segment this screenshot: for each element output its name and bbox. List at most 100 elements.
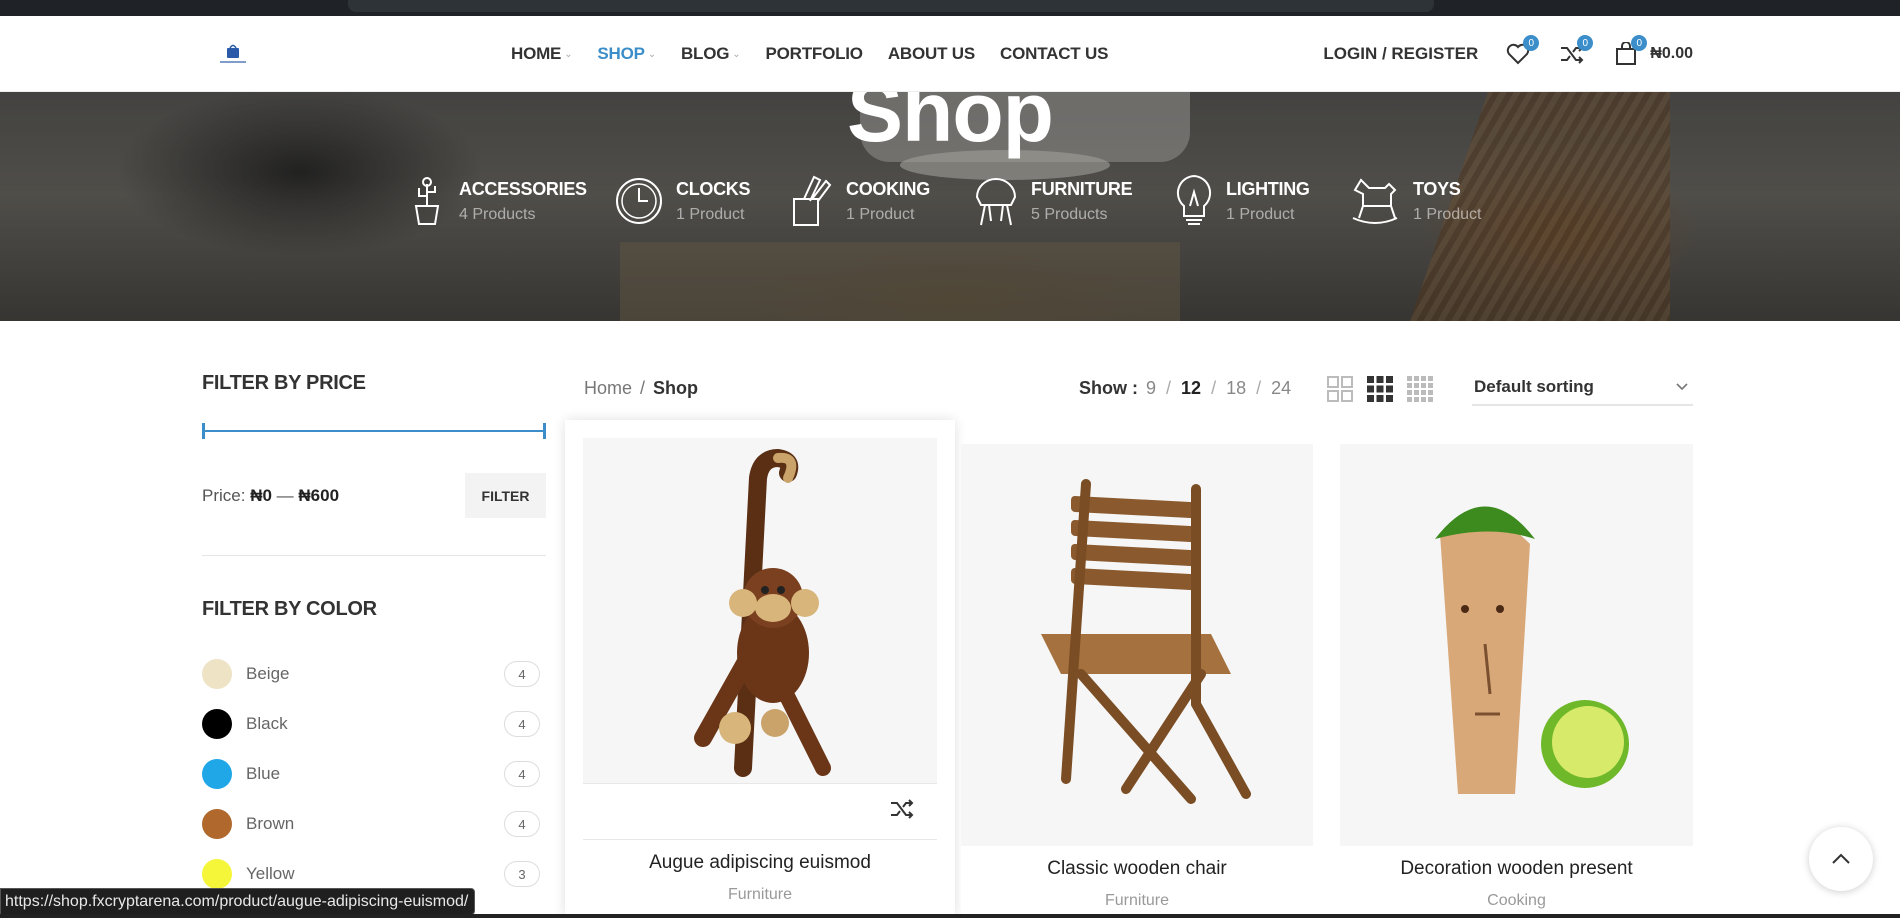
- nav-blog[interactable]: BLOG ⌄: [681, 44, 741, 64]
- chevron-up-icon: [1832, 853, 1850, 864]
- product-title[interactable]: Augue adipiscing euismod: [565, 852, 955, 874]
- products-per-page: Show : 9 / 12 / 18 / 24: [1079, 378, 1291, 399]
- grid-3-icon[interactable]: [1367, 376, 1393, 402]
- sort-select[interactable]: Default sorting: [1472, 370, 1693, 406]
- site-header: HOME ⌄ SHOP ⌄ BLOG ⌄ PORTFOLIO ABOUT US CON…: [0, 16, 1900, 92]
- price-slider-min-handle[interactable]: [202, 423, 205, 439]
- product-card[interactable]: Classic wooden chair Furniture: [961, 444, 1313, 918]
- price-slider-track: [202, 430, 546, 432]
- category-cooking[interactable]: COOKING 1 Product: [790, 174, 973, 228]
- wooden-chair-image: [1041, 479, 1251, 804]
- nav-home[interactable]: HOME ⌄: [511, 44, 573, 64]
- product-image[interactable]: [1340, 444, 1693, 846]
- product-category[interactable]: Cooking: [1340, 892, 1693, 910]
- show-label: Show :: [1079, 378, 1138, 398]
- utensils-icon: [793, 175, 832, 226]
- category-clocks[interactable]: CLOCKS 1 Product: [614, 174, 790, 228]
- cart-button[interactable]: 0 ₦0.00: [1612, 35, 1693, 68]
- category-name: ACCESSORIES: [459, 178, 587, 199]
- color-name: Blue: [246, 764, 281, 783]
- scroll-to-top-button[interactable]: [1809, 827, 1873, 891]
- color-filter-black[interactable]: Black 4: [202, 699, 546, 749]
- header-actions: LOGIN / REGISTER 0 0 0 ₦0.00: [1323, 16, 1693, 92]
- nav-portfolio-label: PORTFOLIO: [765, 44, 863, 63]
- color-filter-blue[interactable]: Blue 4: [202, 749, 546, 799]
- cart-count-badge: 0: [1631, 35, 1648, 51]
- show-option-12[interactable]: 12: [1181, 378, 1201, 399]
- color-filter-beige[interactable]: Beige 4: [202, 649, 546, 699]
- lightbulb-icon: [1176, 174, 1212, 225]
- color-filter-list: Beige 4 Black 4 Blue 4 Brown 4 Yellow 3: [202, 649, 546, 899]
- shop-sidebar: FILTER BY PRICE Price: ₦0 — ₦600 FILTER …: [202, 372, 546, 899]
- category-count: 4 Products: [459, 205, 536, 223]
- browser-tab-pill: [348, 0, 1434, 12]
- color-name: Beige: [246, 664, 290, 683]
- show-option-24[interactable]: 24: [1271, 378, 1291, 399]
- clock-icon: [616, 178, 662, 224]
- grid-4-icon[interactable]: [1407, 376, 1433, 402]
- show-option-18[interactable]: 18: [1226, 378, 1246, 399]
- nav-shop-label: SHOP: [597, 44, 645, 63]
- nav-about-us[interactable]: ABOUT US: [888, 44, 975, 64]
- price-slider-max-handle[interactable]: [543, 423, 546, 439]
- product-card[interactable]: Decoration wooden present Cooking: [1340, 444, 1693, 918]
- compare-button[interactable]: 0: [1558, 35, 1594, 68]
- main-nav: HOME ⌄ SHOP ⌄ BLOG ⌄ PORTFOLIO ABOUT US CON…: [511, 16, 1108, 92]
- product-card[interactable]: Augue adipiscing euismod Furniture: [565, 420, 955, 918]
- category-count: 1 Product: [846, 205, 915, 223]
- nav-home-label: HOME: [511, 44, 562, 63]
- shop-hero-banner: Shop ACCESSORIES 4 Products CLOCKS 1 Produ…: [0, 92, 1900, 321]
- product-title[interactable]: Decoration wooden present: [1340, 858, 1693, 880]
- price-row: Price: ₦0 — ₦600 FILTER: [202, 473, 546, 518]
- category-lighting[interactable]: LIGHTING 1 Product: [1174, 174, 1349, 228]
- color-count-badge: 4: [504, 711, 540, 737]
- color-count-badge: 4: [504, 761, 540, 787]
- chair-icon: [975, 178, 1017, 226]
- color-swatch: [202, 709, 232, 739]
- wishlist-button[interactable]: 0: [1504, 35, 1540, 68]
- color-filter-brown[interactable]: Brown 4: [202, 799, 546, 849]
- category-toys[interactable]: TOYS 1 Product: [1349, 174, 1509, 228]
- grid-2-icon[interactable]: [1327, 376, 1353, 402]
- breadcrumb-current: Shop: [653, 378, 699, 398]
- product-image[interactable]: [583, 438, 937, 783]
- chevron-down-icon: ⌄: [647, 48, 656, 60]
- category-name: TOYS: [1413, 178, 1461, 199]
- breadcrumb: Home / Shop: [584, 378, 698, 399]
- login-register-link[interactable]: LOGIN / REGISTER: [1323, 44, 1478, 64]
- nav-about-label: ABOUT US: [887, 44, 976, 63]
- filter-button[interactable]: FILTER: [465, 473, 546, 518]
- show-separator: /: [1166, 378, 1172, 398]
- color-name: Black: [246, 714, 288, 733]
- filter-price-title: FILTER BY PRICE: [202, 372, 366, 394]
- site-logo[interactable]: [218, 42, 248, 66]
- category-name: LIGHTING: [1226, 178, 1310, 199]
- category-name: FURNITURE: [1031, 178, 1133, 199]
- nav-portfolio[interactable]: PORTFOLIO: [765, 44, 863, 64]
- cactus-icon: [414, 177, 440, 225]
- breadcrumb-home-link[interactable]: Home: [584, 378, 632, 399]
- nav-blog-label: BLOG: [680, 44, 730, 63]
- rocking-horse-icon: [1352, 178, 1398, 224]
- product-image[interactable]: [961, 444, 1313, 846]
- category-count: 1 Product: [1413, 205, 1482, 223]
- price-max: ₦600: [298, 485, 340, 505]
- chevron-down-icon: [1676, 383, 1688, 391]
- product-category[interactable]: Furniture: [961, 892, 1313, 910]
- compare-shuffle-icon[interactable]: [889, 798, 915, 820]
- price-min: ₦0: [250, 485, 272, 505]
- product-title[interactable]: Classic wooden chair: [961, 858, 1313, 880]
- price-slider[interactable]: [202, 423, 546, 439]
- nav-contact-us[interactable]: CONTACT US: [1000, 44, 1108, 64]
- price-dash: —: [276, 485, 294, 505]
- page-bottom-strip: [0, 914, 1900, 918]
- nav-shop[interactable]: SHOP ⌄: [597, 44, 656, 64]
- chevron-down-icon: ⌄: [732, 48, 741, 60]
- chevron-down-icon: ⌄: [564, 48, 573, 60]
- color-swatch: [202, 809, 232, 839]
- color-swatch: [202, 859, 232, 889]
- show-option-9[interactable]: 9: [1146, 378, 1156, 399]
- category-accessories[interactable]: ACCESSORIES 4 Products: [407, 174, 614, 228]
- category-furniture[interactable]: FURNITURE 5 Products: [973, 174, 1174, 228]
- product-category[interactable]: Furniture: [565, 886, 955, 904]
